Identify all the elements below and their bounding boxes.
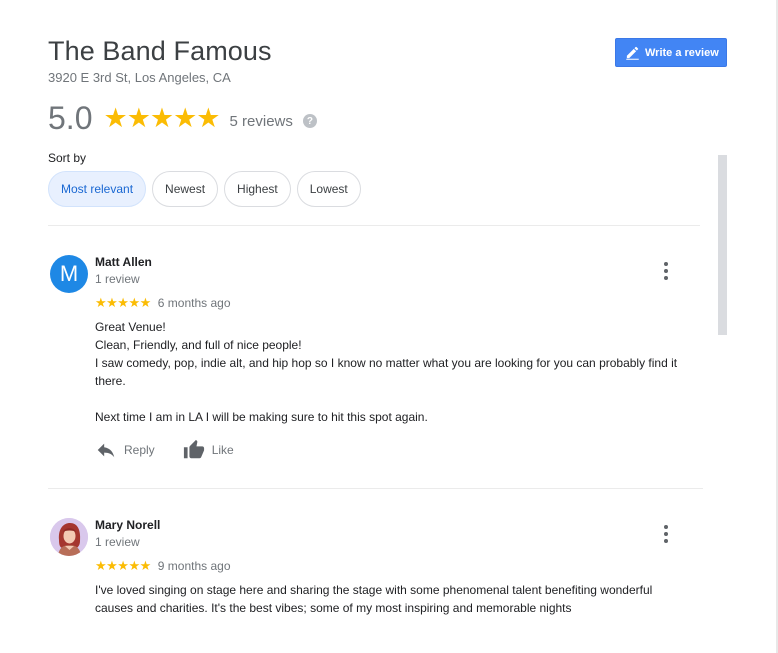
review-actions: Reply Like: [95, 439, 262, 461]
review-count[interactable]: 5 reviews: [230, 113, 293, 130]
divider: [48, 488, 703, 489]
place-address: 3920 E 3rd St, Los Angeles, CA: [48, 70, 231, 85]
reviewer-name[interactable]: Matt Allen: [95, 255, 152, 269]
rating-stars: ★★★★★: [103, 102, 220, 133]
rating-summary: 5.0 ★★★★★ 5 reviews ?: [48, 100, 317, 136]
help-icon[interactable]: ?: [302, 114, 317, 128]
sort-chip-highest[interactable]: Highest: [224, 171, 291, 207]
review-card: M Matt Allen 1 review ★★★★★ 6 months ago…: [48, 255, 708, 465]
more-options-icon[interactable]: [663, 262, 669, 280]
review-time: 9 months ago: [157, 559, 231, 573]
avatar[interactable]: M: [50, 255, 88, 293]
review-text: I've loved singing on stage here and sha…: [95, 581, 685, 617]
more-options-icon[interactable]: [663, 525, 669, 543]
review-text: Great Venue! Clean, Friendly, and full o…: [95, 318, 705, 426]
review-time: 6 months ago: [157, 296, 231, 310]
reviewer-name[interactable]: Mary Norell: [95, 518, 160, 532]
divider: [48, 225, 700, 226]
review-stars: ★★★★★: [95, 295, 151, 310]
reply-button[interactable]: Reply: [95, 439, 155, 461]
review-body: I've loved singing on stage here and sha…: [95, 583, 653, 615]
pencil-icon: [626, 46, 639, 60]
review-meta: ★★★★★ 9 months ago: [95, 558, 231, 574]
like-label: Like: [211, 443, 234, 457]
reviewer-info: 1 review: [95, 535, 140, 549]
reviewer-info: 1 review: [95, 272, 140, 286]
review-meta: ★★★★★ 6 months ago: [95, 295, 231, 311]
place-title: The Band Famous: [48, 36, 272, 66]
review-stars: ★★★★★: [95, 558, 151, 573]
write-review-label: Write a review: [645, 46, 719, 59]
scrollbar-thumb[interactable]: [718, 155, 727, 335]
average-rating: 5.0: [48, 99, 93, 136]
write-review-button[interactable]: Write a review: [615, 38, 727, 67]
profile-photo-icon: [50, 518, 88, 556]
review-body: Great Venue! Clean, Friendly, and full o…: [95, 320, 678, 424]
thumbs-up-icon: [183, 439, 204, 459]
review-card: Mary Norell 1 review ★★★★★ 9 months ago …: [48, 518, 708, 638]
reply-label: Reply: [124, 443, 155, 457]
avatar[interactable]: [50, 518, 88, 556]
sort-chip-newest[interactable]: Newest: [152, 171, 219, 207]
like-button[interactable]: Like: [183, 439, 234, 461]
sort-chips: Most relevant Newest Highest Lowest: [48, 171, 361, 207]
sort-chip-lowest[interactable]: Lowest: [296, 171, 361, 207]
reply-icon: [97, 443, 115, 458]
sort-label: Sort by: [48, 151, 87, 165]
sort-chip-most-relevant[interactable]: Most relevant: [48, 171, 147, 207]
